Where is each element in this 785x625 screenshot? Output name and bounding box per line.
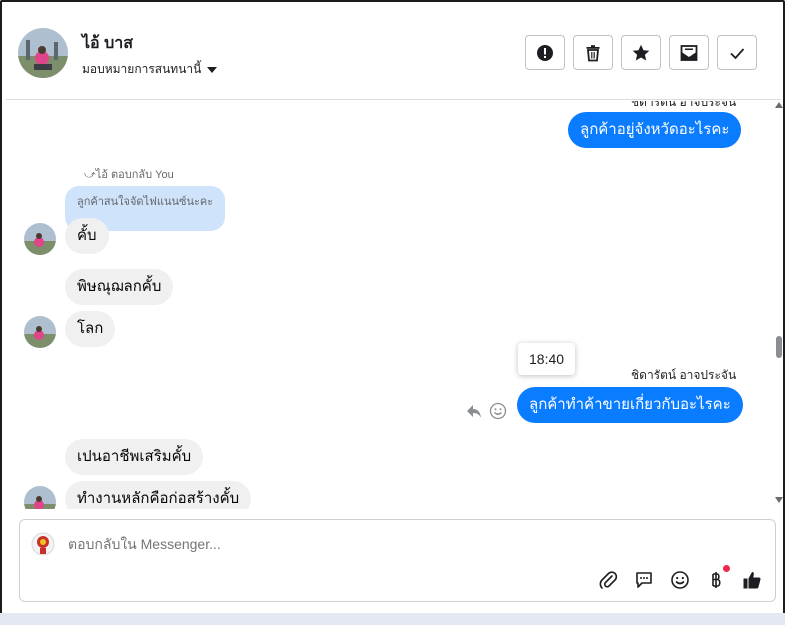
contact-name[interactable]: ไอ้ บาส (82, 31, 133, 56)
check-icon (730, 47, 745, 59)
smiley-icon (671, 571, 689, 589)
notification-dot (723, 565, 730, 572)
reply-indicator: ⤻ไอ้ ตอบกลับ You (84, 169, 174, 181)
composer-toolbar (597, 565, 763, 591)
contact-avatar-small (24, 316, 56, 348)
mark-unread-button[interactable] (669, 35, 709, 70)
star-button[interactable] (621, 35, 661, 70)
exclamation-circle-icon (537, 44, 553, 61)
caret-down-icon (207, 66, 218, 73)
reply-input[interactable] (68, 536, 668, 552)
scrollbar-thumb[interactable] (776, 336, 782, 358)
outgoing-message[interactable]: ลูกค้าทำค้าขายเกี่ยวกับอะไรคะ (517, 387, 743, 423)
like-button[interactable] (741, 569, 763, 591)
incoming-message[interactable]: โลก (65, 311, 116, 347)
message-hover-actions (465, 402, 507, 420)
conversation-header: ไอ้ บาส มอบหมายการสนทนานี้ (6, 4, 781, 100)
assign-label: มอบหมายการสนทนานี้ (82, 62, 202, 76)
react-smiley-icon[interactable] (489, 402, 507, 420)
contact-avatar-small (24, 223, 56, 255)
timestamp-tooltip: 18:40 (518, 343, 576, 375)
bottom-strip (0, 613, 785, 625)
star-icon (632, 44, 650, 60)
payment-button[interactable] (705, 565, 730, 591)
spam-button[interactable] (525, 35, 565, 70)
sender-name: ชิดารัตน์ อาจประจัน (631, 368, 737, 382)
envelope-icon (680, 44, 698, 61)
saved-replies-button[interactable] (633, 569, 655, 591)
incoming-message[interactable]: คั้บ (65, 218, 109, 254)
reply-composer (19, 519, 776, 602)
reply-icon[interactable] (465, 402, 483, 420)
baht-icon (712, 572, 721, 588)
assign-conversation-dropdown[interactable]: มอบหมายการสนทนานี้ (82, 60, 218, 79)
done-button[interactable] (717, 35, 757, 70)
speech-bubble-icon (636, 572, 652, 588)
message-thread: ชิดารัตน์ อาจประจัน ลูกค้าอยู่จังหวัดอะไ… (6, 101, 774, 509)
reply-arrow-icon: ⤻ (84, 169, 96, 181)
incoming-message[interactable]: พิษณุฌลกคั้บ (65, 269, 174, 305)
contact-avatar[interactable] (18, 28, 68, 78)
page-avatar (29, 530, 57, 558)
trash-icon (586, 44, 600, 61)
contact-avatar-small (24, 486, 56, 509)
outgoing-message[interactable]: ลูกค้าอยู่จังหวัดอะไรคะ (568, 112, 742, 148)
incoming-message[interactable]: เปนอาชีพเสริมคั้บ (65, 439, 204, 475)
paperclip-icon (599, 571, 618, 589)
scroll-up-arrow[interactable] (775, 102, 783, 108)
emoji-button[interactable] (669, 569, 691, 591)
attach-button[interactable] (597, 569, 619, 591)
incoming-message[interactable]: ทำงานหลักคือก่อสร้างคั้บ (65, 481, 252, 509)
delete-button[interactable] (573, 35, 613, 70)
scroll-down-arrow[interactable] (775, 497, 783, 503)
header-actions (525, 35, 757, 70)
thumbs-up-icon (743, 572, 761, 589)
sender-name: ชิดารัตน์ อาจประจัน (631, 101, 737, 109)
